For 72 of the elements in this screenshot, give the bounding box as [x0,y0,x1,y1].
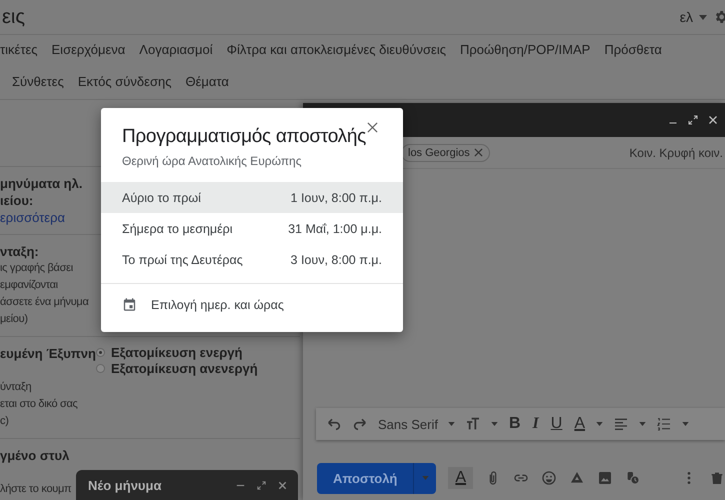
redo-icon[interactable] [352,416,368,432]
setting-description: άσσετε ένα μήνυμα [0,295,89,310]
setting-label: νταξη: [0,243,40,260]
close-icon[interactable] [277,480,288,490]
expand-icon[interactable] [256,480,267,490]
trash-icon[interactable] [709,470,725,486]
settings-tab[interactable]: Λογαριασμοί [139,42,213,56]
settings-icon[interactable] [713,9,725,25]
radio-option[interactable]: Εξατομίκευση ανενεργή [96,361,258,376]
settings-tab[interactable]: Εκτός σύνδεσης [78,74,172,88]
emoji-icon[interactable] [541,470,558,486]
setting-description: λήστε το κουμπ [0,482,72,497]
setting-label: μηνύματα ηλ. [0,175,84,192]
clock-lock-icon[interactable] [625,470,642,486]
settings-tab[interactable]: τικέτες [0,42,38,56]
settings-tab[interactable]: Σύνθετες [12,74,64,88]
option-time: 31 Μαΐ, 1:00 μ.μ. [288,222,382,236]
setting-description: εται στο δικό σας [0,397,78,412]
setting-description: εμφανίζονται [0,278,58,293]
schedule-option[interactable]: Αύριο το πρωί 1 Ιουν, 8:00 π.μ. [101,182,403,213]
language-menu[interactable]: ελ [680,9,693,25]
radio-button[interactable] [96,364,105,373]
compose-title: Νέο μήνυμα [88,478,162,492]
radio-button[interactable] [96,348,105,357]
close-icon[interactable] [707,114,719,126]
send-button[interactable]: Αποστολή [317,462,436,494]
setting-description: μείου) [0,312,28,327]
setting-description: ις γραφής βάσει [0,261,73,276]
formatting-toggle[interactable]: A [448,467,474,489]
setting-label: ιείου: [0,192,34,209]
option-time: 3 Ιουν, 8:00 π.μ. [290,252,382,266]
font-dropdown[interactable]: Sans Serif [378,416,438,432]
close-icon[interactable] [366,122,378,133]
format-button[interactable]: B [508,415,522,433]
image-icon[interactable] [597,470,614,486]
setting-label: ευμένη Έξυπνη [0,345,96,362]
page-title: εις [2,6,25,28]
cc-bcc-links[interactable]: Κοιν. Κρυφή κοιν. [629,146,723,160]
option-time: 1 Ιουν, 8:00 π.μ. [290,190,382,204]
undo-icon[interactable] [326,416,342,432]
schedule-option[interactable]: Σήμερα το μεσημέρι 31 Μαΐ, 1:00 μ.μ. [101,213,403,244]
setting-description: c) [0,414,9,429]
expand-icon[interactable] [687,114,699,126]
align-icon[interactable] [613,416,630,432]
option-label: Αύριο το πρωί [122,190,201,204]
setting-description: ύνταξη [0,380,32,395]
radio-option[interactable]: Εξατομίκευση ενεργή [96,345,242,360]
text-size-icon[interactable] [464,416,481,432]
caret-icon[interactable] [699,14,707,20]
format-button[interactable]: U [550,415,564,433]
caret-icon[interactable] [596,422,604,426]
format-button[interactable]: A [573,415,586,433]
settings-tab[interactable]: Φίλτρα και αποκλεισμένες διευθύνσεις [226,42,446,56]
settings-tab[interactable]: Προώθηση/POP/IMAP [460,42,590,56]
timezone-label: Θερινή ώρα Ανατολικής Ευρώπης [121,153,303,170]
calendar-icon [122,297,137,312]
option-label: Σήμερα το μεσημέρι [122,222,233,236]
caret-icon[interactable] [448,422,455,426]
option-label: Το πρωί της Δευτέρας [122,252,243,266]
dialog-title: Προγραμματισμός αποστολής [122,126,366,148]
numbered-list-icon[interactable] [656,416,672,432]
settings-tab[interactable]: Πρόσθετα [604,42,662,56]
format-button[interactable]: I [532,415,540,433]
setting-label: γμένο στυλ [0,447,70,464]
settings-tab[interactable]: Εισερχόμενα [52,42,126,56]
caret-icon[interactable] [639,422,646,426]
caret-icon[interactable] [490,422,498,426]
pick-date-time-option[interactable]: Επιλογή ημερ. και ώρας [101,284,403,325]
schedule-option[interactable]: Το πρωί της Δευτέρας 3 Ιουν, 8:00 π.μ. [101,244,403,275]
more-link[interactable]: ερισσότερα [0,209,96,226]
settings-tab[interactable]: Θέματα [185,74,229,88]
caret-icon[interactable] [682,422,690,426]
